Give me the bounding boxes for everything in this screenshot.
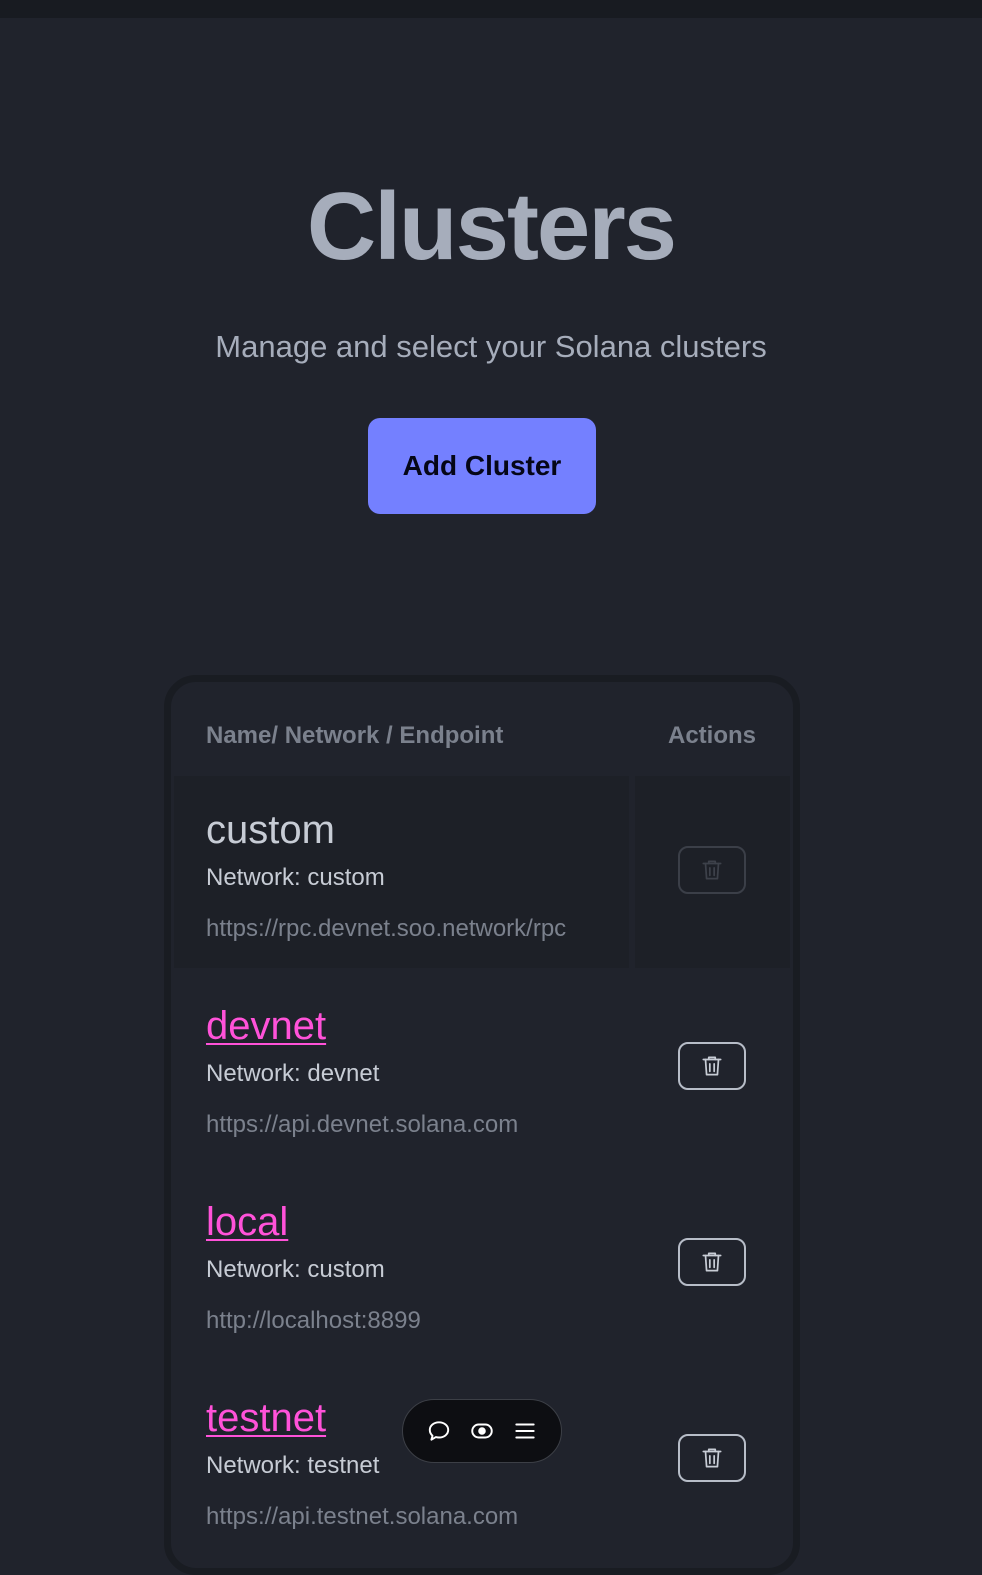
add-cluster-button[interactable]: Add Cluster: [368, 418, 596, 514]
cluster-name-link[interactable]: devnet: [206, 1002, 326, 1050]
header-actions: Actions: [668, 722, 757, 749]
cluster-network: Network: custom: [206, 1256, 385, 1283]
cluster-info-cell: testnet Network: testnet https://api.tes…: [174, 1364, 629, 1556]
header-name-network-endpoint: Name/ Network / Endpoint: [206, 722, 504, 749]
page-title: Clusters: [306, 173, 677, 280]
table-row: devnet Network: devnet https://api.devne…: [171, 972, 793, 1168]
cluster-network: Network: testnet: [206, 1452, 380, 1479]
trash-icon: [702, 860, 722, 880]
cluster-endpoint: https://rpc.devnet.soo.network/rpc: [206, 915, 567, 942]
trash-icon: [702, 1056, 722, 1076]
actions-cell: [635, 776, 790, 968]
cluster-info-cell: local Network: custom http://localhost:8…: [174, 1168, 629, 1360]
table-row: local Network: custom http://localhost:8…: [171, 1168, 793, 1364]
trash-icon: [702, 1252, 722, 1272]
actions-cell: [635, 1168, 790, 1360]
cluster-network: Network: devnet: [206, 1060, 380, 1087]
delete-cluster-button[interactable]: [678, 846, 746, 894]
cluster-endpoint: https://api.devnet.solana.com: [206, 1111, 519, 1138]
actions-cell: [635, 1364, 790, 1556]
delete-cluster-button[interactable]: [678, 1434, 746, 1482]
cluster-network: Network: custom: [206, 864, 385, 891]
eye-icon[interactable]: [468, 1417, 496, 1445]
menu-icon[interactable]: [511, 1417, 539, 1445]
chat-icon[interactable]: [425, 1417, 453, 1445]
cluster-name: custom: [206, 808, 335, 852]
cluster-endpoint: https://api.testnet.solana.com: [206, 1503, 519, 1530]
page-subtitle: Manage and select your Solana clusters: [215, 329, 767, 364]
table-row: custom Network: custom https://rpc.devne…: [171, 776, 793, 972]
cluster-name-link[interactable]: local: [206, 1198, 288, 1246]
top-bar: [0, 0, 982, 18]
actions-cell: [635, 972, 790, 1164]
delete-cluster-button[interactable]: [678, 1042, 746, 1090]
cluster-info-cell: custom Network: custom https://rpc.devne…: [174, 776, 629, 968]
delete-cluster-button[interactable]: [678, 1238, 746, 1286]
trash-icon: [702, 1448, 722, 1468]
cluster-endpoint: http://localhost:8899: [206, 1307, 421, 1334]
cluster-info-cell: devnet Network: devnet https://api.devne…: [174, 972, 629, 1164]
cluster-name-link[interactable]: testnet: [206, 1394, 326, 1442]
floating-toolbar: [402, 1399, 562, 1463]
